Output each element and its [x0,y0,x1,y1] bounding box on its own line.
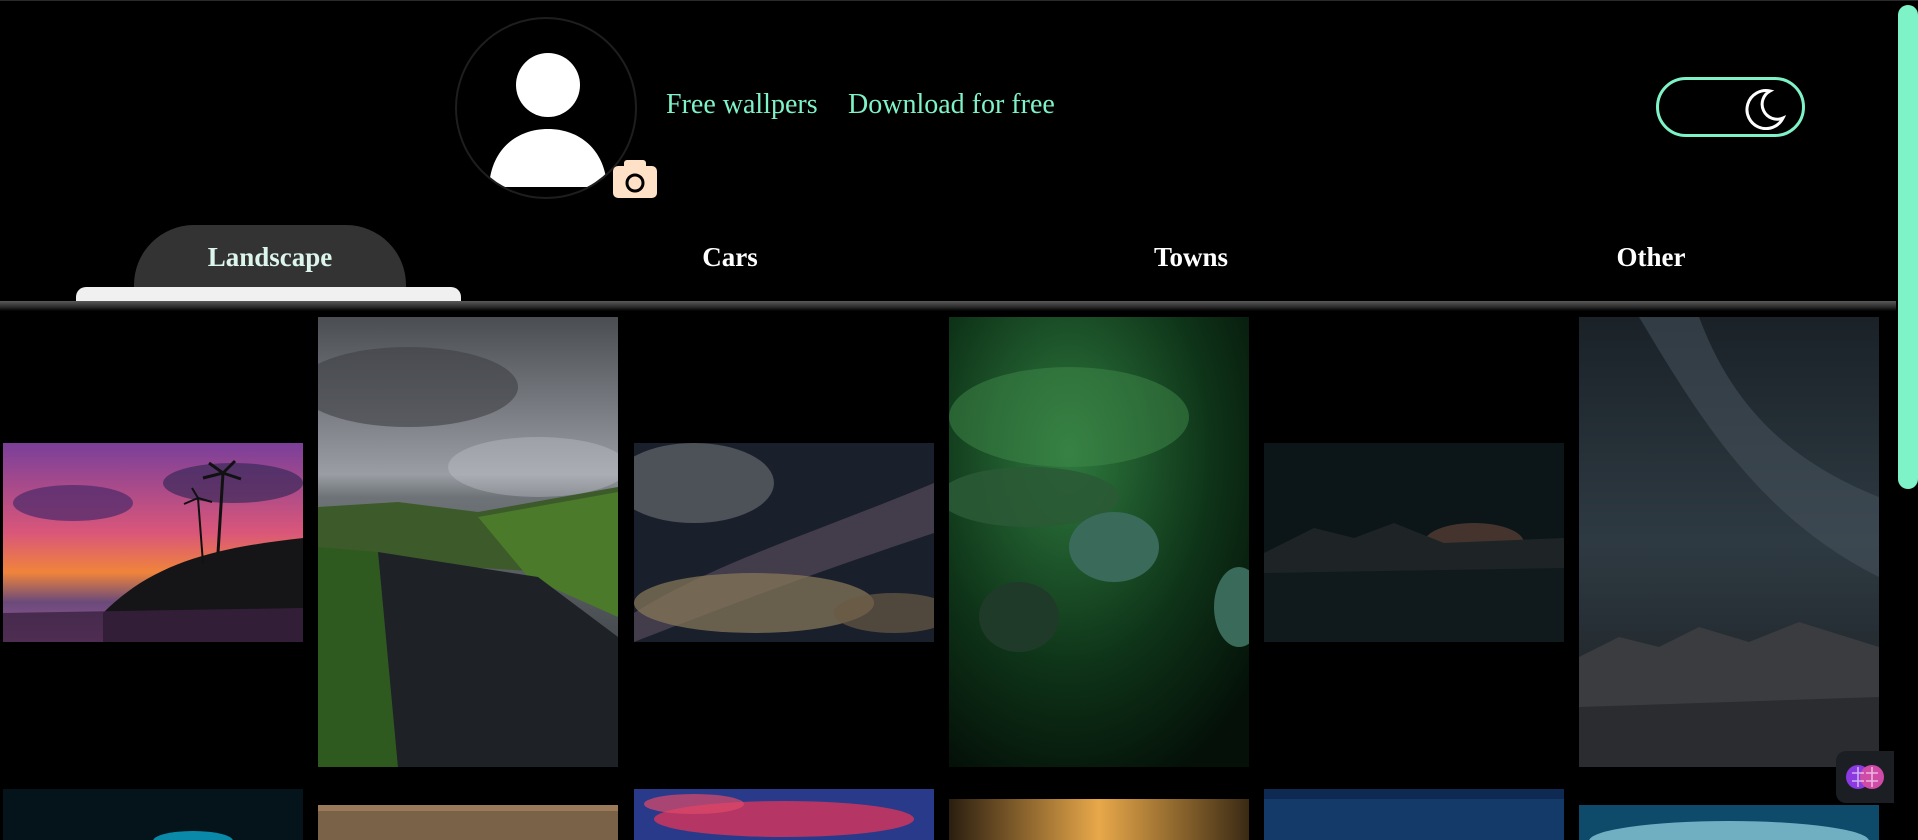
wallpaper-milky-way-clouds[interactable] [634,443,934,642]
theme-toggle[interactable] [1656,77,1805,137]
wallpaper-night-lake[interactable] [1264,443,1564,642]
ai-assistant-button[interactable] [1836,751,1894,803]
user-silhouette-icon [489,53,607,187]
scrollbar-thumb[interactable] [1898,5,1918,489]
camera-icon[interactable] [612,159,658,199]
wallpaper-river-valley[interactable] [318,317,618,767]
wallpaper-dusk-sky[interactable] [318,805,618,840]
wallpaper-teal-clouds[interactable] [1579,805,1879,840]
wallpaper-sunset-palms[interactable] [3,443,303,642]
wallpaper-dew-leaf[interactable] [949,317,1249,767]
tab-cars[interactable]: Cars [594,225,866,299]
wallpaper-app: Free wallpers Download for free Landscap… [0,0,1918,840]
download-link[interactable]: Download for free [848,89,1055,121]
wallpaper-starry-rocks[interactable] [1579,317,1879,767]
avatar[interactable] [455,17,637,199]
tab-other[interactable]: Other [1515,225,1787,299]
wallpaper-pink-clouds[interactable] [634,789,934,840]
moon-icon [1745,89,1786,130]
wallpaper-golden-splash[interactable] [949,799,1249,840]
brain-icon [1846,765,1884,789]
free-wallpapers-link[interactable]: Free wallpers [666,89,818,121]
wallpaper-cyan-glow[interactable] [3,789,303,840]
wallpaper-blue-stars[interactable] [1264,789,1564,840]
tab-towns[interactable]: Towns [1055,225,1327,299]
tab-divider [0,301,1898,311]
